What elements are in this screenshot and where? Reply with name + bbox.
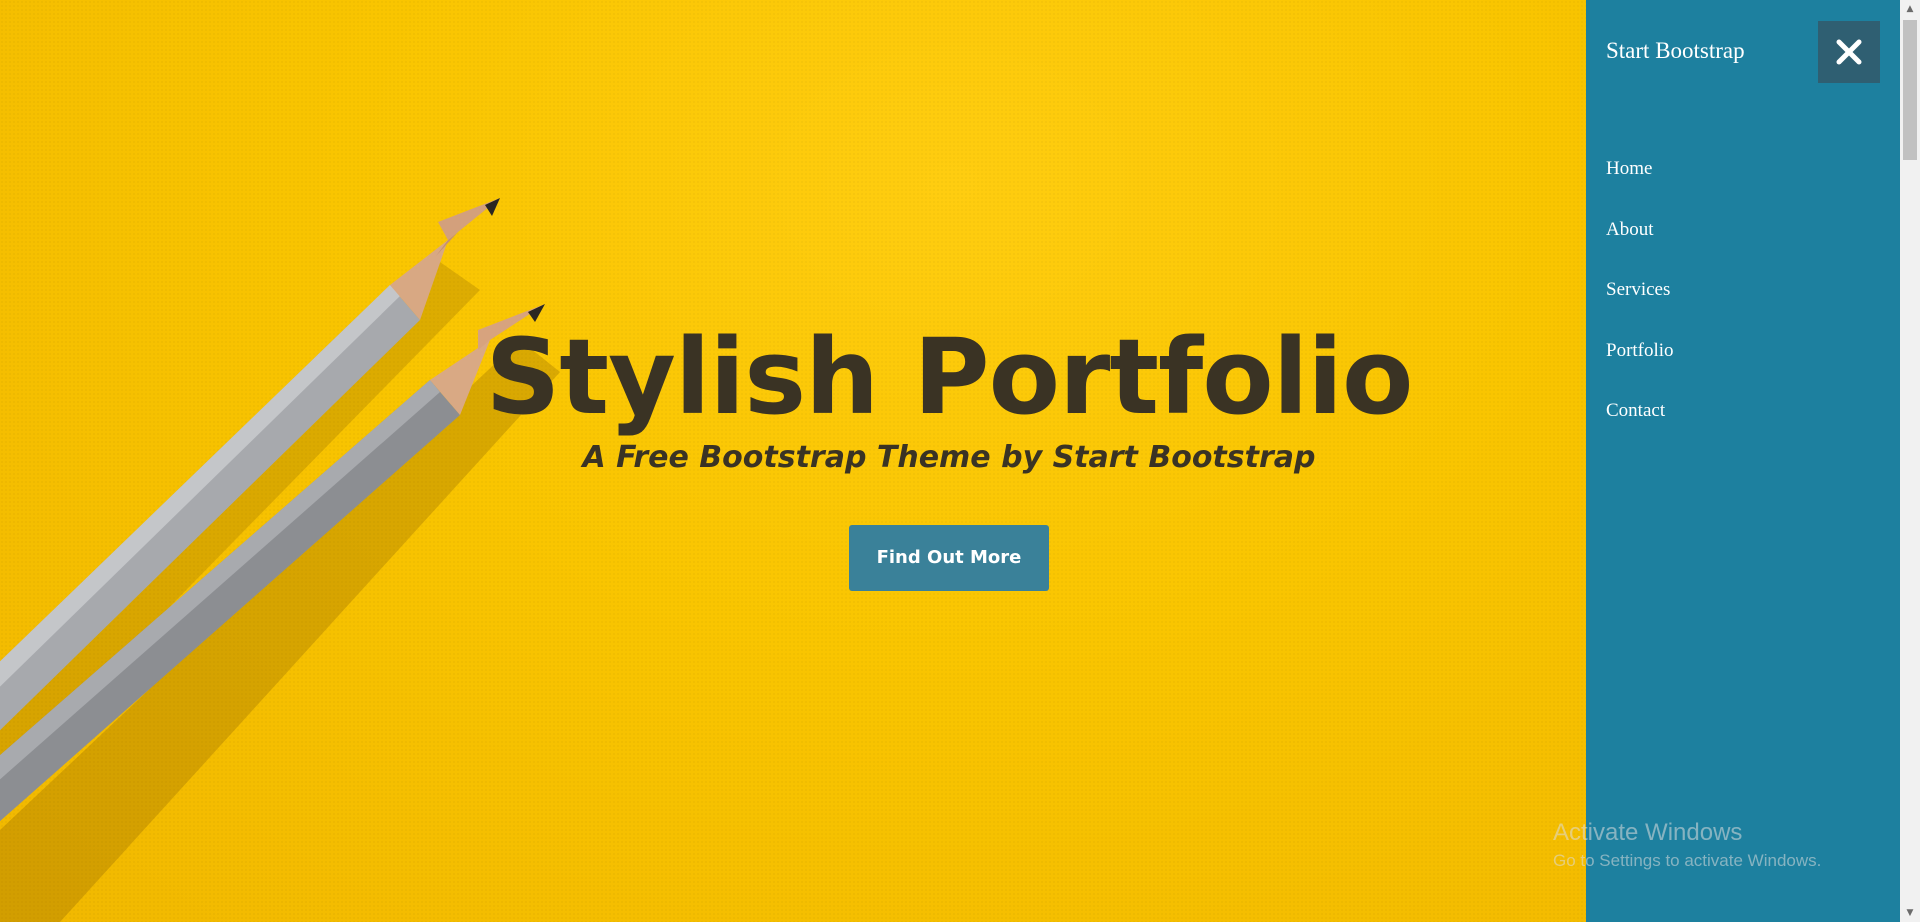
watermark-title: Activate Windows	[1553, 819, 1743, 846]
sidebar-item-portfolio[interactable]: Portfolio	[1606, 338, 1674, 399]
close-icon	[1836, 39, 1862, 65]
sidebar-item-home[interactable]: Home	[1606, 156, 1674, 217]
sidebar-item-services[interactable]: Services	[1606, 277, 1674, 338]
sidebar-item-about[interactable]: About	[1606, 217, 1674, 278]
hero-content: Stylish Portfolio A Free Bootstrap Theme…	[0, 316, 1586, 592]
menu-close-button[interactable]	[1818, 21, 1880, 83]
sidebar-nav: Start Bootstrap Home About Services Port…	[1586, 0, 1900, 922]
sidebar-nav-list: Home About Services Portfolio Contact	[1606, 156, 1674, 459]
activate-windows-watermark: Activate Windows Go to Settings to activ…	[1553, 818, 1821, 874]
page: Stylish Portfolio A Free Bootstrap Theme…	[0, 0, 1920, 922]
scrollbar-thumb[interactable]	[1903, 20, 1917, 160]
hero-section: Stylish Portfolio A Free Bootstrap Theme…	[0, 0, 1586, 922]
find-out-more-button[interactable]: Find Out More	[848, 525, 1050, 592]
scroll-up-arrow-icon[interactable]: ▲	[1900, 0, 1920, 18]
hero-title: Stylish Portfolio	[485, 316, 1414, 438]
hero-subtitle: A Free Bootstrap Theme by Start Bootstra…	[582, 440, 1316, 476]
watermark-subtitle: Go to Settings to activate Windows.	[1553, 851, 1822, 870]
scroll-down-arrow-icon[interactable]: ▼	[1900, 904, 1920, 922]
page-scrollbar[interactable]: ▲ ▼	[1900, 0, 1920, 922]
sidebar-brand-link[interactable]: Start Bootstrap	[1606, 38, 1745, 64]
sidebar-item-contact[interactable]: Contact	[1606, 398, 1674, 459]
